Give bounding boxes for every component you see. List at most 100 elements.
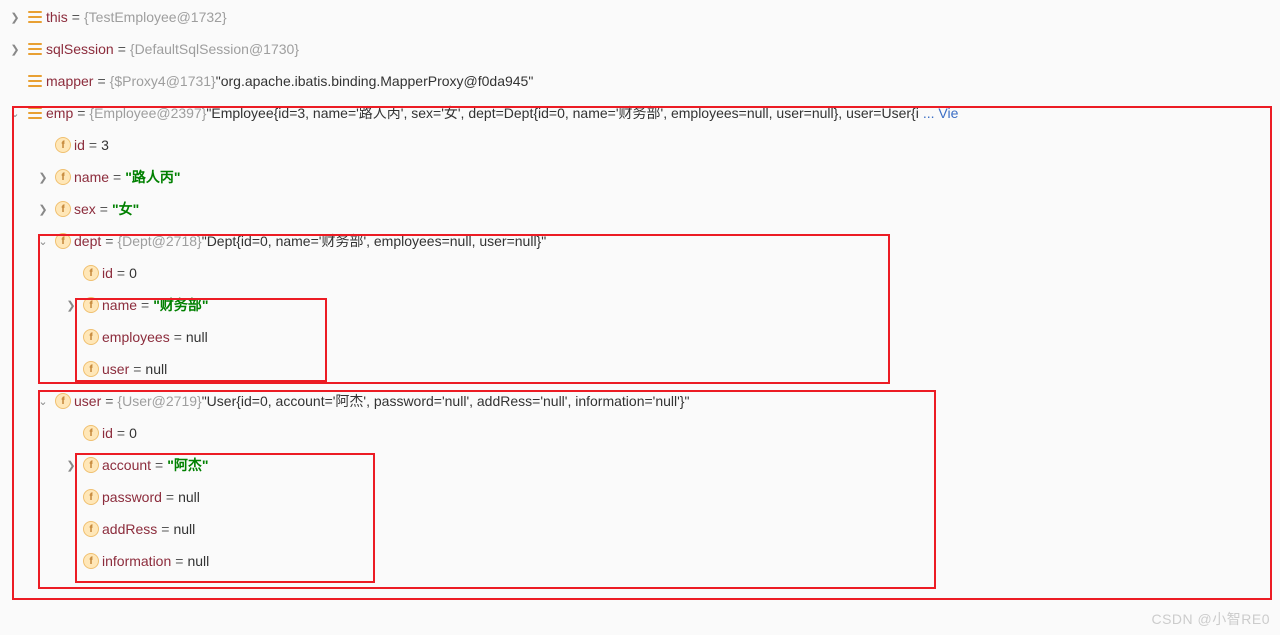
debug-row[interactable]: fid = 3	[0, 129, 1280, 161]
debug-variables-panel: ❯ this = {TestEmployee@1732} ❯sqlSession =…	[0, 0, 1280, 578]
variable-value: "Employee{id=3, name='路人丙', sex='女', dep…	[206, 103, 918, 123]
variable-name: dept	[74, 233, 101, 249]
field-icon: f	[83, 489, 99, 505]
equals-sign: =	[101, 233, 117, 249]
debug-row[interactable]: ❯fsex = "女"	[0, 193, 1280, 225]
debug-row[interactable]: femployees = null	[0, 321, 1280, 353]
field-icon: f	[83, 521, 99, 537]
equals-sign: =	[170, 329, 186, 345]
field-icon: f	[83, 425, 99, 441]
variable-name: information	[102, 553, 171, 569]
expand-arrow-icon[interactable]: ❯	[34, 171, 52, 184]
object-icon	[28, 106, 42, 120]
variable-name: sex	[74, 201, 96, 217]
variable-value: "女"	[112, 199, 139, 219]
collapse-arrow-icon[interactable]: ⌄	[34, 395, 52, 408]
variable-name: this	[46, 9, 68, 25]
variable-value: "User{id=0, account='阿杰', password='null…	[202, 391, 690, 411]
equals-sign: =	[93, 73, 109, 89]
expand-arrow-icon[interactable]: ❯	[6, 43, 24, 56]
equals-sign: =	[157, 521, 173, 537]
debug-row[interactable]: mapper = {$Proxy4@1731} "org.apache.ibat…	[0, 65, 1280, 97]
field-icon: f	[83, 329, 99, 345]
variable-value: "org.apache.ibatis.binding.MapperProxy@f…	[216, 73, 534, 89]
variable-value: "Dept{id=0, name='财务部', employees=null, …	[202, 231, 546, 251]
variable-value: null	[186, 329, 208, 345]
debug-row[interactable]: ❯fname = "路人丙"	[0, 161, 1280, 193]
expand-arrow-icon[interactable]: ❯	[6, 11, 24, 24]
variable-name: mapper	[46, 73, 93, 89]
debug-row[interactable]: ❯fname = "财务部"	[0, 289, 1280, 321]
debug-row[interactable]: ❯ this = {TestEmployee@1732}	[0, 1, 1280, 33]
equals-sign: =	[109, 169, 125, 185]
field-icon: f	[83, 297, 99, 313]
debug-row[interactable]: fpassword = null	[0, 481, 1280, 513]
debug-row[interactable]: ❯faccount = "阿杰"	[0, 449, 1280, 481]
equals-sign: =	[85, 137, 101, 153]
variable-value: 0	[129, 425, 137, 441]
equals-sign: =	[162, 489, 178, 505]
field-icon: f	[55, 137, 71, 153]
equals-sign: =	[113, 265, 129, 281]
expand-arrow-icon[interactable]: ❯	[62, 299, 80, 312]
variable-name: emp	[46, 105, 73, 121]
field-icon: f	[55, 233, 71, 249]
debug-row[interactable]: fid = 0	[0, 417, 1280, 449]
object-reference: {User@2719}	[117, 393, 201, 409]
object-icon	[28, 42, 42, 56]
debug-row[interactable]: ⌄emp = {Employee@2397} "Employee{id=3, n…	[0, 97, 1280, 129]
variable-name: user	[74, 393, 101, 409]
equals-sign: =	[151, 457, 167, 473]
debug-row[interactable]: fuser = null	[0, 353, 1280, 385]
equals-sign: =	[137, 297, 153, 313]
field-icon: f	[83, 265, 99, 281]
debug-row[interactable]: faddRess = null	[0, 513, 1280, 545]
expand-arrow-icon[interactable]: ❯	[62, 459, 80, 472]
object-reference: {Employee@2397}	[89, 105, 206, 121]
debug-row[interactable]: ❯sqlSession = {DefaultSqlSession@1730}	[0, 33, 1280, 65]
variable-name: name	[74, 169, 109, 185]
equals-sign: =	[129, 361, 145, 377]
variable-name: employees	[102, 329, 170, 345]
debug-row[interactable]: ⌄fdept = {Dept@2718} "Dept{id=0, name='财…	[0, 225, 1280, 257]
collapse-arrow-icon[interactable]: ⌄	[34, 235, 52, 248]
variable-name: user	[102, 361, 129, 377]
debug-row[interactable]: fid = 0	[0, 257, 1280, 289]
equals-sign: =	[68, 9, 84, 25]
equals-sign: =	[96, 201, 112, 217]
field-icon: f	[55, 201, 71, 217]
field-icon: f	[55, 393, 71, 409]
field-icon: f	[55, 169, 71, 185]
collapse-arrow-icon[interactable]: ⌄	[6, 107, 24, 120]
object-icon	[28, 74, 42, 88]
object-icon	[28, 10, 42, 24]
variable-value: "财务部"	[153, 295, 208, 315]
equals-sign: =	[113, 425, 129, 441]
variable-name: addRess	[102, 521, 157, 537]
variable-value: null	[178, 489, 200, 505]
debug-row[interactable]: ⌄fuser = {User@2719} "User{id=0, account…	[0, 385, 1280, 417]
expand-arrow-icon[interactable]: ❯	[34, 203, 52, 216]
variable-name: id	[102, 425, 113, 441]
view-more-link[interactable]: ... Vie	[923, 105, 959, 121]
variable-name: id	[74, 137, 85, 153]
watermark: CSDN @小智RE0	[1151, 609, 1270, 629]
debug-row[interactable]: finformation = null	[0, 545, 1280, 577]
equals-sign: =	[114, 41, 130, 57]
object-reference: {Dept@2718}	[117, 233, 201, 249]
variable-value: null	[145, 361, 167, 377]
variable-value: 3	[101, 137, 109, 153]
object-reference: {TestEmployee@1732}	[84, 9, 227, 25]
variable-name: name	[102, 297, 137, 313]
object-reference: {DefaultSqlSession@1730}	[130, 41, 299, 57]
variable-value: "路人丙"	[125, 167, 180, 187]
field-icon: f	[83, 553, 99, 569]
variable-name: id	[102, 265, 113, 281]
variable-value: "阿杰"	[167, 455, 208, 475]
field-icon: f	[83, 457, 99, 473]
object-reference: {$Proxy4@1731}	[110, 73, 216, 89]
variable-value: 0	[129, 265, 137, 281]
equals-sign: =	[101, 393, 117, 409]
variable-name: account	[102, 457, 151, 473]
equals-sign: =	[171, 553, 187, 569]
